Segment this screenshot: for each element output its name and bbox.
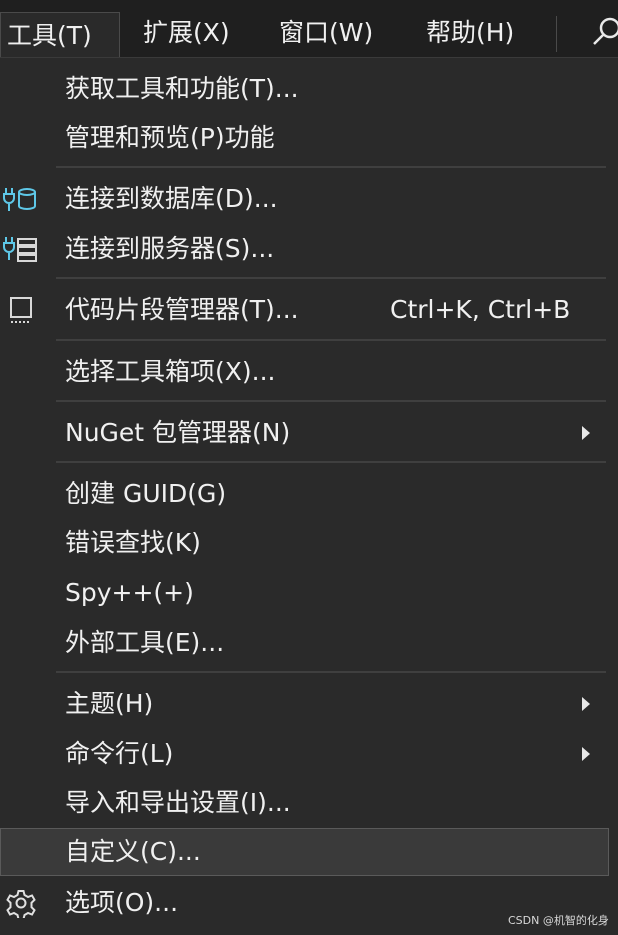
- menu-item-label: 命令行(L): [65, 739, 174, 768]
- menu-item-label: 选择工具箱项(X)...: [65, 357, 276, 386]
- menu-separator: [56, 400, 606, 402]
- menu-item-label: 管理和预览(P)功能: [65, 123, 275, 152]
- menu-separator: [56, 339, 606, 341]
- menu-item-import-export[interactable]: 导入和导出设置(I)...: [0, 779, 618, 827]
- menu-item-spy[interactable]: Spy++(+): [0, 569, 618, 617]
- menu-item-label: Spy++(+): [65, 578, 194, 607]
- tools-dropdown-menu: 获取工具和功能(T)... 管理和预览(P)功能 连接到数据库(D)... 连接…: [0, 57, 618, 935]
- menu-separator: [56, 277, 606, 279]
- submenu-arrow-icon: [582, 426, 590, 440]
- watermark-text: CSDN @机智的化身: [508, 914, 609, 927]
- menu-item-label: 外部工具(E)...: [65, 628, 225, 657]
- menu-separator: [56, 461, 606, 463]
- menu-bar: 工具(T) 扩展(X) 窗口(W) 帮助(H): [0, 0, 618, 58]
- menu-item-external-tools[interactable]: 外部工具(E)...: [0, 619, 618, 667]
- menu-item-choose-toolbox[interactable]: 选择工具箱项(X)...: [0, 348, 618, 396]
- submenu-arrow-icon: [582, 747, 590, 761]
- menu-item-shortcut: Ctrl+K, Ctrl+B: [390, 295, 571, 324]
- menu-item-label: 选项(O)...: [65, 888, 179, 917]
- menubar-separator: [556, 16, 557, 52]
- menu-separator: [56, 671, 606, 673]
- menu-item-label: 获取工具和功能(T)...: [65, 74, 299, 103]
- menubar-item-window[interactable]: 窗口(W): [279, 10, 373, 56]
- server-plug-icon: [3, 237, 37, 262]
- menu-item-label: 自定义(C)...: [65, 837, 201, 866]
- menubar-item-tools[interactable]: 工具(T): [0, 12, 120, 58]
- menu-item-label: 创建 GUID(G): [65, 479, 227, 508]
- menu-item-connect-server[interactable]: 连接到服务器(S)...: [0, 225, 618, 273]
- search-icon[interactable]: [590, 14, 618, 48]
- menu-item-snippet-manager[interactable]: 代码片段管理器(T)... Ctrl+K, Ctrl+B: [0, 286, 618, 334]
- database-plug-icon: [3, 188, 36, 211]
- menu-item-error-lookup[interactable]: 错误查找(K): [0, 519, 618, 567]
- menu-item-label: 导入和导出设置(I)...: [65, 788, 291, 817]
- gear-icon: [6, 890, 36, 918]
- menubar-item-help[interactable]: 帮助(H): [426, 10, 514, 56]
- snippet-icon: [10, 297, 32, 323]
- menubar-item-extensions[interactable]: 扩展(X): [143, 10, 230, 56]
- menu-item-label: 错误查找(K): [65, 528, 201, 557]
- menu-item-label: 主题(H): [65, 689, 154, 718]
- menu-item-manage-preview[interactable]: 管理和预览(P)功能: [0, 114, 618, 162]
- menu-item-label: 连接到数据库(D)...: [65, 184, 278, 213]
- submenu-arrow-icon: [582, 697, 590, 711]
- menu-item-customize[interactable]: 自定义(C)...: [0, 828, 609, 876]
- menu-item-label: 代码片段管理器(T)...: [65, 295, 299, 324]
- menu-item-command-line[interactable]: 命令行(L): [0, 730, 618, 778]
- menu-item-connect-database[interactable]: 连接到数据库(D)...: [0, 175, 618, 223]
- menu-item-label: 连接到服务器(S)...: [65, 234, 275, 263]
- menu-separator: [56, 166, 606, 168]
- menu-item-create-guid[interactable]: 创建 GUID(G): [0, 470, 618, 518]
- menu-item-get-tools[interactable]: 获取工具和功能(T)...: [0, 65, 618, 113]
- menu-item-theme[interactable]: 主题(H): [0, 680, 618, 728]
- menu-item-nuget[interactable]: NuGet 包管理器(N): [0, 409, 618, 457]
- menu-item-label: NuGet 包管理器(N): [65, 418, 291, 447]
